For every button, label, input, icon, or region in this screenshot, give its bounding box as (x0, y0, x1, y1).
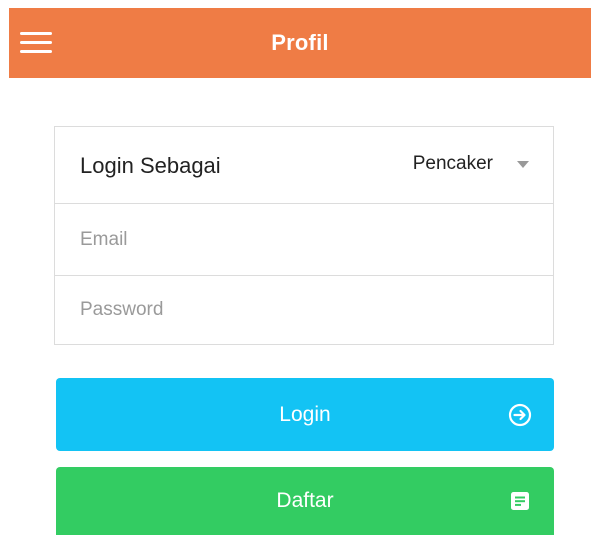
email-row (55, 204, 553, 276)
chevron-down-icon (517, 160, 529, 168)
daftar-button-label: Daftar (276, 489, 334, 512)
email-field[interactable] (80, 204, 530, 275)
page-title: Profil (271, 30, 329, 55)
login-button[interactable]: Login (56, 378, 554, 451)
password-row (55, 276, 553, 344)
sign-in-icon (508, 403, 532, 426)
role-label: Login Sebagai (80, 153, 221, 178)
profile-screen: Profil Login Sebagai Pencaker Login Daft… (0, 0, 591, 535)
login-button-label: Login (279, 402, 331, 426)
login-form: Login Sebagai Pencaker (54, 126, 554, 345)
app-header: Profil (9, 8, 591, 78)
document-icon (511, 492, 529, 510)
role-selected-value: Pencaker (412, 153, 493, 174)
role-select[interactable]: Pencaker (413, 149, 529, 179)
daftar-button[interactable]: Daftar (56, 467, 554, 535)
password-field[interactable] (80, 276, 530, 344)
hamburger-menu-icon[interactable] (20, 30, 56, 56)
role-row: Login Sebagai Pencaker (55, 127, 553, 204)
